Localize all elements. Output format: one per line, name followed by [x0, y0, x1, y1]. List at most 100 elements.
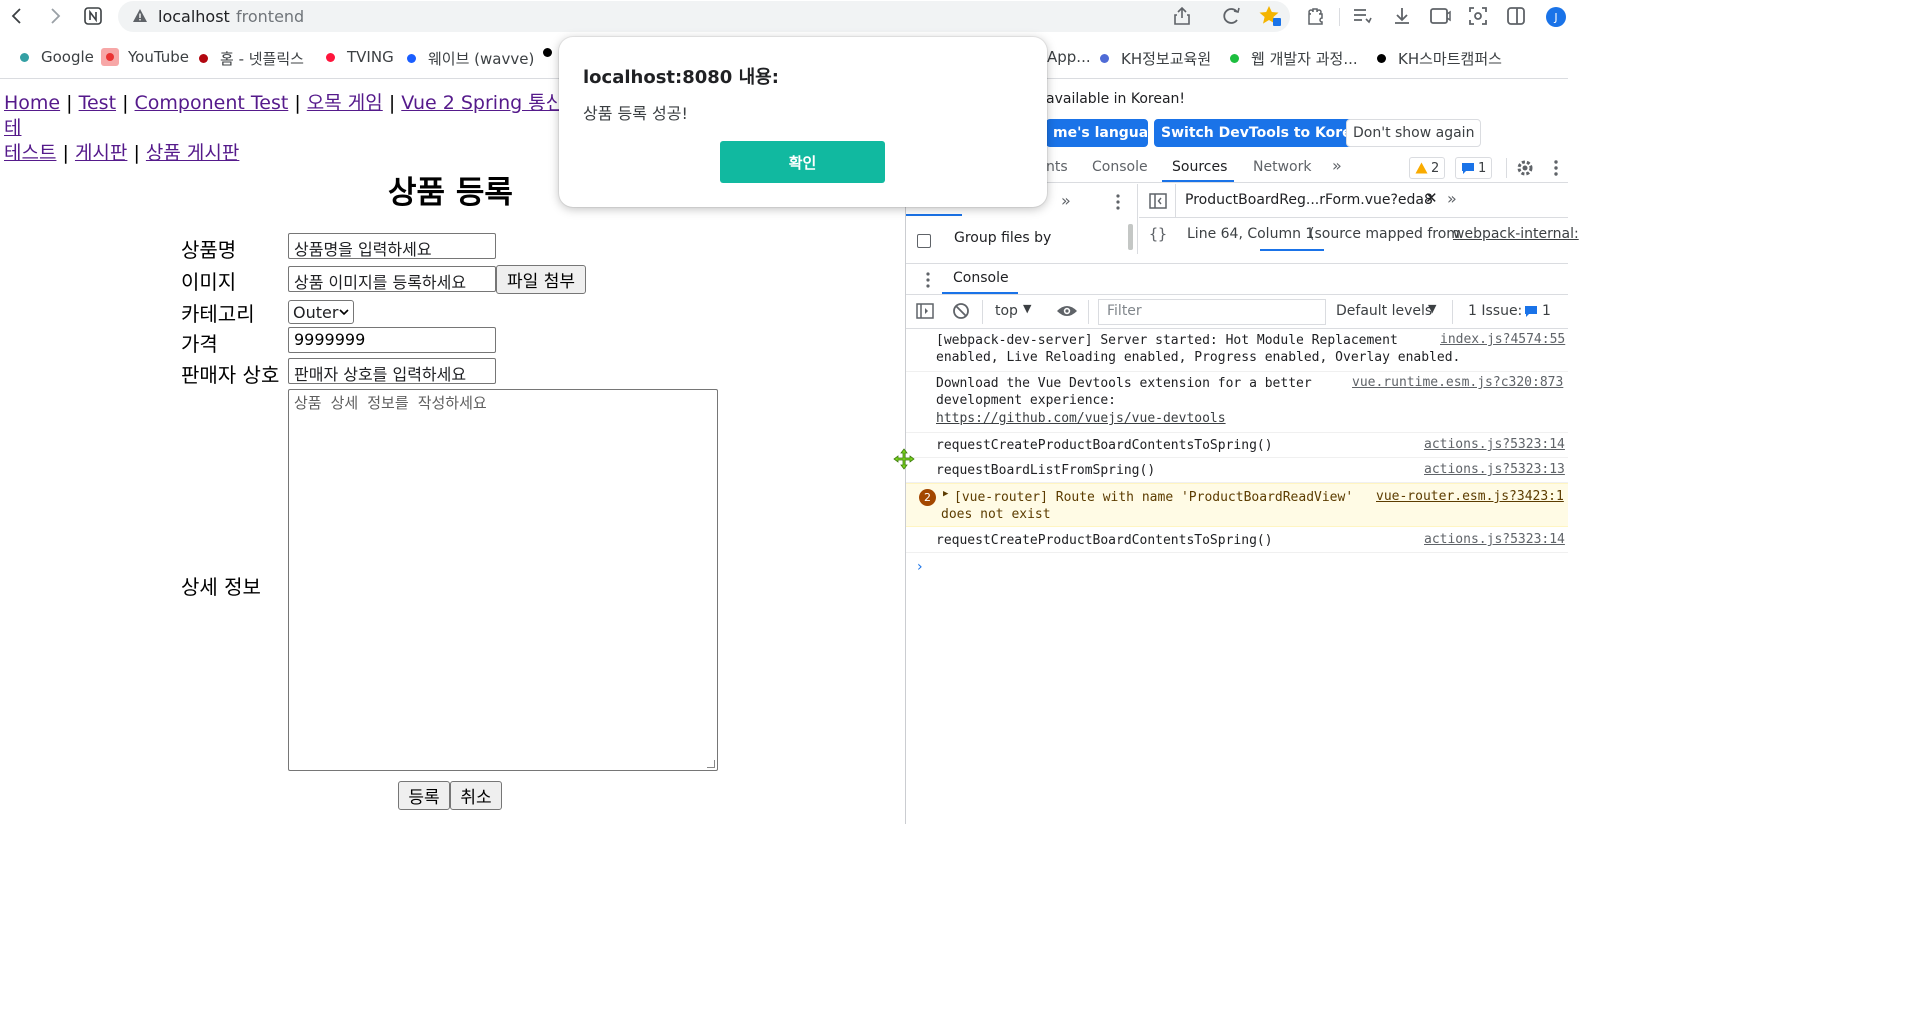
- dont-show-again-button[interactable]: Don't show again: [1346, 119, 1482, 147]
- log-text: requestBoardListFromSpring(): [936, 463, 1156, 478]
- console-message[interactable]: requestCreateProductBoardContentsToSprin…: [906, 528, 1568, 553]
- clear-console-icon[interactable]: [952, 302, 970, 324]
- address-bar[interactable]: localhost frontend: [118, 1, 1290, 32]
- navigator-scrollbar[interactable]: [1128, 224, 1133, 250]
- download-icon[interactable]: [1390, 4, 1414, 28]
- price-input[interactable]: 9999999: [288, 327, 496, 353]
- log-source-link[interactable]: index.js?4574:55: [1440, 332, 1568, 347]
- drawer-tab-console[interactable]: Console: [953, 270, 1009, 286]
- context-dropdown-icon[interactable]: ▼: [1023, 302, 1031, 315]
- console-filter-input[interactable]: Filter: [1098, 299, 1326, 325]
- tab-network[interactable]: Network: [1253, 159, 1311, 175]
- nav-link-component-test[interactable]: Component Test: [135, 92, 289, 114]
- nav-link-test[interactable]: Test: [79, 92, 116, 114]
- pretty-print-icon[interactable]: {}: [1149, 225, 1167, 243]
- bookmark-web-dev-course[interactable]: 웹 개발자 과정...: [1230, 48, 1358, 69]
- devtools-link[interactable]: https://github.com/vuejs/vue-devtools: [936, 410, 1226, 427]
- image-input[interactable]: 상품 이미지를 등록하세요: [288, 266, 496, 292]
- product-name-input[interactable]: 상품명을 입력하세요: [288, 233, 496, 259]
- nav-link-home[interactable]: Home: [4, 92, 60, 114]
- submit-button[interactable]: 등록: [398, 781, 450, 810]
- bookmark-app-label[interactable]: App...: [1047, 48, 1091, 66]
- bookmark-tving[interactable]: TVING: [326, 48, 394, 66]
- alert-ok-button[interactable]: 확인: [720, 141, 885, 183]
- close-tab-icon[interactable]: ✕: [1425, 189, 1438, 207]
- nav-link-test-cont[interactable]: 테스트: [4, 142, 56, 164]
- resize-grip-icon[interactable]: [707, 760, 715, 768]
- bookmark-google[interactable]: Google: [20, 48, 94, 66]
- bookmark-kh-education[interactable]: KH정보교육원: [1100, 48, 1211, 69]
- forward-icon[interactable]: [44, 4, 66, 28]
- nav-link-product-board[interactable]: 상품 게시판: [146, 142, 239, 164]
- toolbar-divider: [1088, 300, 1089, 324]
- bookmark-kh-smart-campus[interactable]: KH스마트캠퍼스: [1377, 48, 1502, 69]
- translate-icon[interactable]: [1220, 6, 1242, 30]
- live-expression-eye-icon[interactable]: [1056, 304, 1078, 322]
- screencast-icon[interactable]: [1428, 4, 1452, 28]
- back-icon[interactable]: [6, 4, 28, 28]
- levels-dropdown-icon[interactable]: ▼: [1428, 302, 1436, 315]
- bookmark-netflix[interactable]: 홈 - 넷플릭스: [199, 48, 304, 69]
- tving-favicon-icon: [326, 52, 335, 62]
- alert-title: localhost:8080 내용:: [583, 67, 779, 88]
- context-selector[interactable]: top: [995, 303, 1018, 319]
- alert-dialog: localhost:8080 내용: 상품 등록 성공! 확인: [559, 37, 1047, 207]
- group-files-checkbox[interactable]: [917, 234, 931, 248]
- console-message[interactable]: Download the Vue Devtools extension for …: [906, 372, 1568, 433]
- source-mapped-link[interactable]: webpack-internal:: [1453, 226, 1579, 242]
- console-message[interactable]: requestBoardListFromSpring() actions.js?…: [906, 458, 1568, 483]
- console-message[interactable]: requestCreateProductBoardContentsToSprin…: [906, 433, 1568, 458]
- log-levels-dropdown[interactable]: Default levels: [1336, 303, 1432, 319]
- netflix-favicon-icon: [199, 54, 208, 63]
- seller-input[interactable]: 판매자 상호를 입력하세요: [288, 358, 496, 384]
- bookmark-youtube[interactable]: YouTube: [101, 48, 189, 66]
- warnings-badge[interactable]: 2: [1409, 157, 1446, 179]
- match-language-button[interactable]: me's language: [1046, 119, 1148, 147]
- drawer-menu-icon[interactable]: [926, 272, 930, 292]
- tab-console[interactable]: Console: [1092, 159, 1148, 175]
- tab-sources[interactable]: Sources: [1172, 159, 1227, 175]
- editor-file-tab[interactable]: ProductBoardReg...rForm.vue?eda8: [1185, 192, 1433, 208]
- toolbar-divider: [982, 300, 983, 324]
- share-icon[interactable]: [1172, 6, 1192, 30]
- settings-gear-icon[interactable]: [1515, 158, 1535, 182]
- bookmark-star-icon[interactable]: [1258, 5, 1282, 31]
- reading-list-icon[interactable]: [1350, 4, 1374, 28]
- issues-icon: [1524, 305, 1538, 322]
- screenshot-icon[interactable]: [1466, 4, 1490, 28]
- log-source-link[interactable]: vue-router.esm.js?3423:1: [1376, 489, 1568, 504]
- log-source-link[interactable]: actions.js?5323:14: [1424, 437, 1568, 452]
- toolbar-divider: [1339, 8, 1340, 26]
- log-source-link[interactable]: actions.js?5323:13: [1424, 462, 1568, 477]
- console-prompt-icon[interactable]: ›: [917, 559, 923, 575]
- tab-elements[interactable]: nts: [1046, 159, 1068, 175]
- expand-arrow-icon[interactable]: ▶: [943, 489, 948, 499]
- profile-avatar[interactable]: J: [1546, 7, 1566, 27]
- log-source-link[interactable]: actions.js?5323:14: [1424, 532, 1568, 547]
- switch-language-button[interactable]: Switch DevTools to Korean: [1154, 119, 1379, 147]
- toggle-navigator-icon[interactable]: [1149, 193, 1167, 213]
- log-source-link[interactable]: vue.runtime.esm.js?c320:873: [1352, 375, 1568, 390]
- nav-link-board[interactable]: 게시판: [75, 142, 127, 164]
- more-tabs-icon[interactable]: »: [1332, 156, 1342, 175]
- move-cursor-icon: [893, 448, 915, 470]
- nav-link-omok-game[interactable]: 오목 게임: [307, 92, 383, 114]
- console-warning[interactable]: 2 ▶ [vue-router] Route with name 'Produc…: [906, 483, 1568, 527]
- more-navigator-tabs-icon[interactable]: »: [1061, 191, 1071, 210]
- more-editor-tabs-icon[interactable]: »: [1447, 189, 1457, 208]
- not-secure-warning-icon[interactable]: [132, 8, 148, 24]
- cancel-button[interactable]: 취소: [450, 781, 502, 810]
- side-panel-icon[interactable]: [1504, 4, 1528, 28]
- notion-extension-icon[interactable]: [82, 4, 104, 28]
- kebab-menu-icon[interactable]: [1554, 159, 1558, 181]
- detail-textarea[interactable]: 상품 상세 정보를 작성하세요: [288, 389, 718, 771]
- issues-label[interactable]: 1 Issue:: [1468, 303, 1522, 319]
- console-sidebar-icon[interactable]: [916, 303, 934, 323]
- extensions-icon[interactable]: [1304, 4, 1328, 28]
- category-select[interactable]: Outer: [288, 300, 354, 324]
- bookmark-wavve[interactable]: 웨이브 (wavve): [407, 48, 534, 69]
- console-message[interactable]: [webpack-dev-server] Server started: Hot…: [906, 329, 1568, 372]
- attach-file-button[interactable]: 파일 첨부: [496, 265, 586, 294]
- navigator-menu-icon[interactable]: [1116, 194, 1120, 214]
- messages-badge[interactable]: 1: [1455, 157, 1493, 179]
